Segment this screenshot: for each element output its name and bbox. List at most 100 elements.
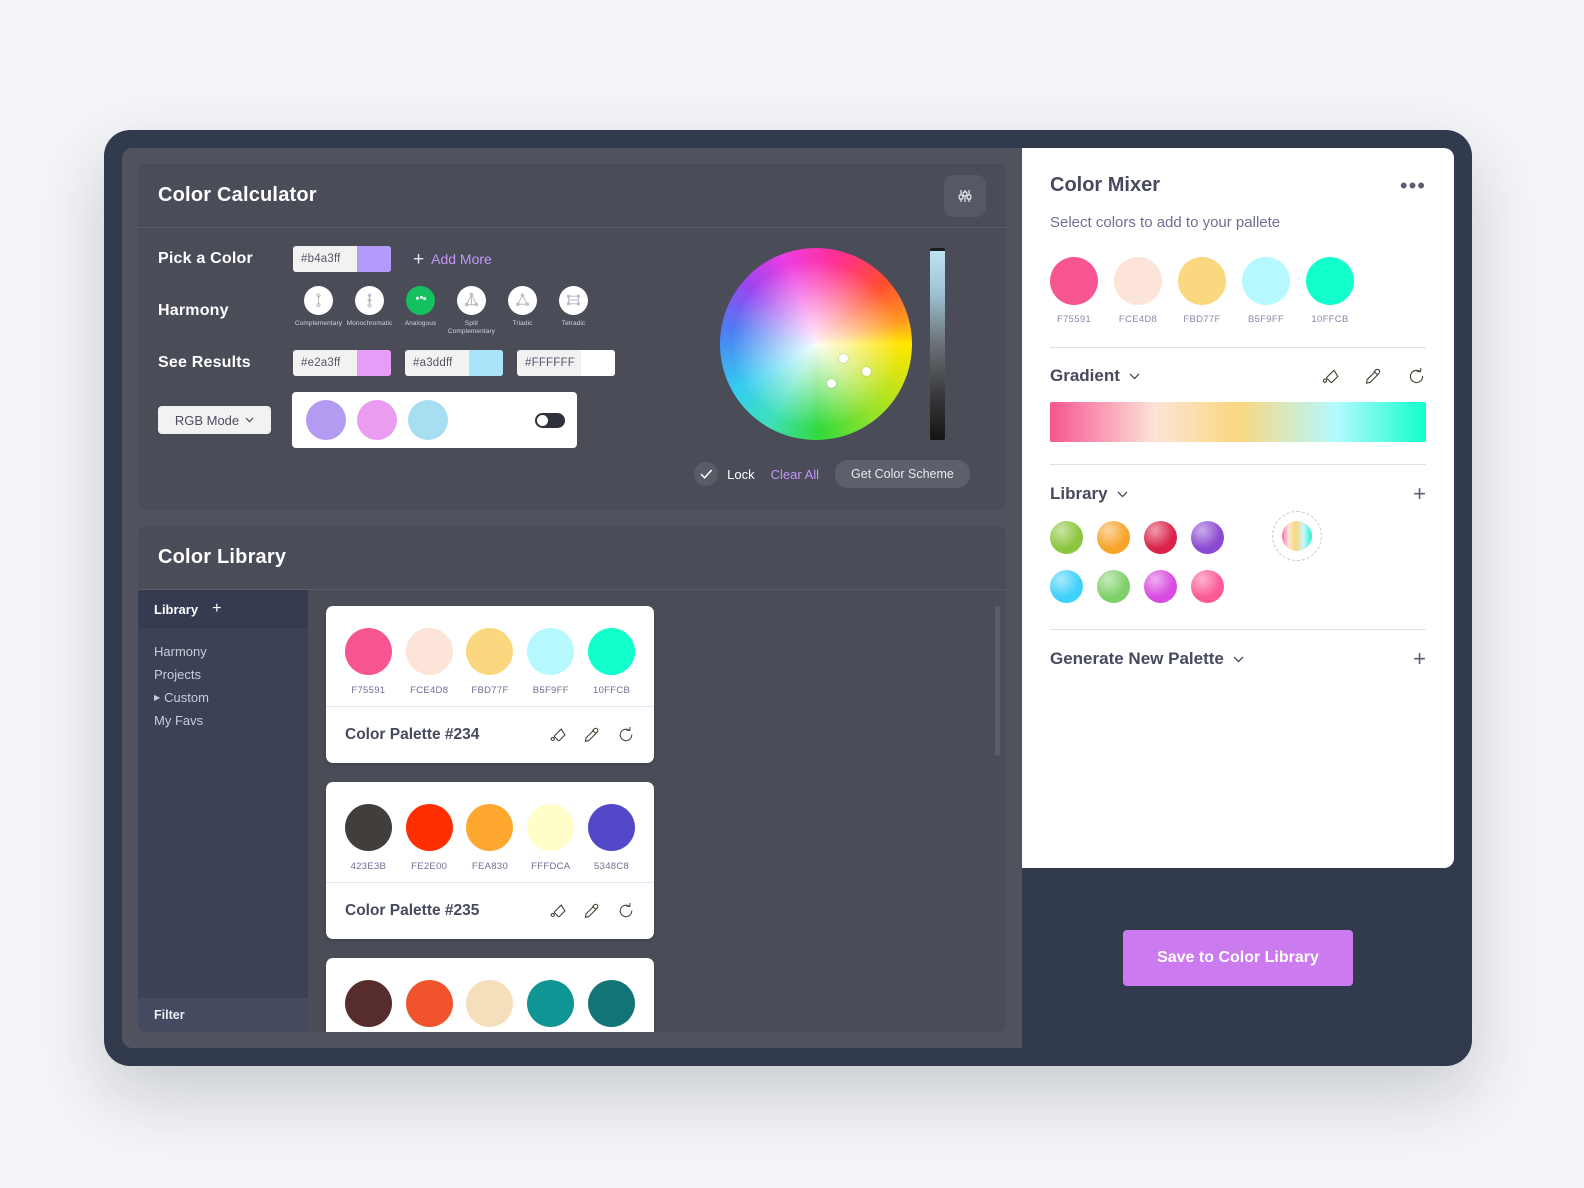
palette-swatch[interactable]: FCE4D8 [405, 628, 453, 696]
chevron-down-icon[interactable] [1117, 485, 1128, 503]
palette-swatch[interactable]: F1542C [405, 980, 453, 1032]
divider [1050, 347, 1426, 348]
palette-swatch[interactable]: 127475 [588, 980, 636, 1032]
preview-swatch[interactable] [357, 400, 397, 441]
harmony-option-tetradic[interactable]: Tetradic [548, 286, 599, 336]
add-palette-circle-button[interactable] [1272, 511, 1322, 561]
mixer-swatch[interactable]: FCE4D8 [1114, 257, 1162, 325]
palette-card[interactable]: 423E3B FE2E00 FEA830 FFFDCA 5348C8 Color Pale… [326, 782, 654, 939]
result-color-input[interactable]: #FFFFFF [517, 350, 615, 377]
add-more-button[interactable]: + Add More [413, 250, 492, 269]
palette-card[interactable]: F75591 FCE4D8 FBD77F B5F9FF 10FFCB Color Pale… [326, 606, 654, 763]
harmony-option-monochromatic[interactable]: Monochromatic [344, 286, 395, 336]
harmony-option-complementary[interactable]: Complementary [293, 286, 344, 336]
sidebar-item-projects[interactable]: Projects [154, 663, 292, 686]
library-dot-rows [1050, 505, 1224, 603]
library-color-dot[interactable] [1191, 521, 1224, 554]
harmony-icon [355, 286, 384, 315]
save-to-color-library-button[interactable]: Save to Color Library [1123, 930, 1353, 986]
library-color-dot[interactable] [1144, 521, 1177, 554]
sliders-settings-button[interactable] [944, 174, 986, 217]
palette-swatch[interactable]: F5DFBA [466, 980, 514, 1032]
library-color-dot[interactable] [1097, 521, 1130, 554]
palette-swatches: F75591 FCE4D8 FBD77F B5F9FF 10FFCB [326, 606, 654, 706]
palette-swatch[interactable]: 423E3B [344, 804, 392, 872]
palette-card[interactable]: 562C2DF1542CF5DFBA0F9594127475Color Pale… [326, 958, 654, 1032]
swatch-hex-label: 423E3B [350, 861, 387, 872]
mixer-swatch[interactable]: FBD77F [1178, 257, 1226, 325]
eyedropper-icon[interactable] [1364, 367, 1383, 386]
scrollbar-track[interactable] [995, 606, 1000, 1016]
eyedropper-icon[interactable] [583, 726, 601, 744]
scrollbar-thumb[interactable] [995, 606, 1000, 756]
palette-swatch[interactable]: FBD77F [466, 628, 514, 696]
clear-all-button[interactable]: Clear All [771, 467, 819, 482]
wheel-marker[interactable] [861, 367, 871, 377]
see-results-label: See Results [158, 354, 251, 372]
harmony-option-triadic[interactable]: Triadic [497, 286, 548, 336]
swatch-color [344, 804, 392, 851]
paint-bucket-icon[interactable] [1321, 367, 1340, 386]
preview-swatch[interactable] [306, 400, 346, 441]
mixer-swatch[interactable]: F75591 [1050, 257, 1098, 325]
brightness-slider[interactable] [929, 248, 945, 440]
rgb-mode-select[interactable]: RGB Mode [158, 406, 271, 435]
library-color-dot[interactable] [1144, 570, 1177, 603]
gradient-title: Gradient [1050, 366, 1120, 385]
chevron-down-icon[interactable] [1129, 367, 1140, 385]
palette-swatch[interactable]: B5F9FF [527, 628, 575, 696]
harmony-option-label: Split Complementary [447, 320, 496, 336]
palette-swatch[interactable]: 0F9594 [527, 980, 575, 1032]
sidebar-item-custom[interactable]: ▶ Custom [154, 686, 292, 709]
mixer-swatch[interactable]: B5F9FF [1242, 257, 1290, 325]
result-color-input[interactable]: #e2a3ff [293, 350, 391, 377]
library-title: Color Library [158, 546, 287, 568]
harmony-option-label: Complementary [294, 320, 343, 327]
library-color-dot[interactable] [1050, 570, 1083, 603]
reset-icon[interactable] [1407, 367, 1426, 386]
gradient-preview[interactable] [1050, 402, 1426, 442]
see-results-row: See Results #e2a3ff #a3ddff #FFFFFF [158, 350, 678, 377]
more-options-icon[interactable]: ••• [1400, 174, 1426, 196]
pick-color-input[interactable]: #b4a3ff [293, 246, 391, 272]
library-color-dot[interactable] [1097, 570, 1130, 603]
palette-swatch[interactable]: F75591 [344, 628, 392, 696]
filter-button[interactable]: Filter [138, 998, 308, 1032]
preview-swatch[interactable] [408, 400, 448, 441]
library-color-dot[interactable] [1050, 521, 1083, 554]
harmony-option-label: Tetradic [561, 320, 586, 327]
generate-add-icon[interactable]: + [1413, 648, 1426, 670]
wheel-marker[interactable] [827, 378, 837, 388]
palette-swatch[interactable]: FFFDCA [527, 804, 575, 872]
caret-right-icon: ▶ [154, 693, 161, 702]
palette-swatch[interactable]: FE2E00 [405, 804, 453, 872]
generate-title: Generate New Palette [1050, 649, 1224, 668]
get-color-scheme-button[interactable]: Get Color Scheme [835, 460, 970, 488]
palette-swatch[interactable]: 5348C8 [588, 804, 636, 872]
mixer-swatch[interactable]: 10FFCB [1306, 257, 1354, 325]
preview-toggle[interactable] [535, 412, 565, 428]
wheel-marker[interactable] [838, 353, 848, 363]
reset-icon[interactable] [617, 726, 635, 744]
palette-swatch[interactable]: 10FFCB [588, 628, 636, 696]
library-add-icon[interactable]: + [1413, 483, 1426, 505]
harmony-icon [457, 286, 486, 315]
harmony-option-split-complementary[interactable]: Split Complementary [446, 286, 497, 336]
sidebar-item-harmony[interactable]: Harmony [154, 640, 292, 663]
eyedropper-icon[interactable] [583, 902, 601, 920]
palette-swatch[interactable]: FEA830 [466, 804, 514, 872]
sidebar-item-my-favs[interactable]: My Favs [154, 709, 292, 732]
swatch-color [405, 804, 453, 851]
paint-bucket-icon[interactable] [549, 902, 567, 920]
paint-bucket-icon[interactable] [549, 726, 567, 744]
library-color-dot[interactable] [1191, 570, 1224, 603]
mixer-library-title: Library [1050, 484, 1108, 503]
reset-icon[interactable] [617, 902, 635, 920]
palette-swatch[interactable]: 562C2D [344, 980, 392, 1032]
lock-toggle[interactable]: Lock [694, 462, 755, 486]
result-color-input[interactable]: #a3ddff [405, 350, 503, 377]
sidebar-add-icon[interactable]: + [212, 600, 221, 618]
chevron-down-icon[interactable] [1233, 650, 1244, 668]
harmony-option-analogous[interactable]: Analogous [395, 286, 446, 336]
color-wheel[interactable] [719, 248, 912, 440]
